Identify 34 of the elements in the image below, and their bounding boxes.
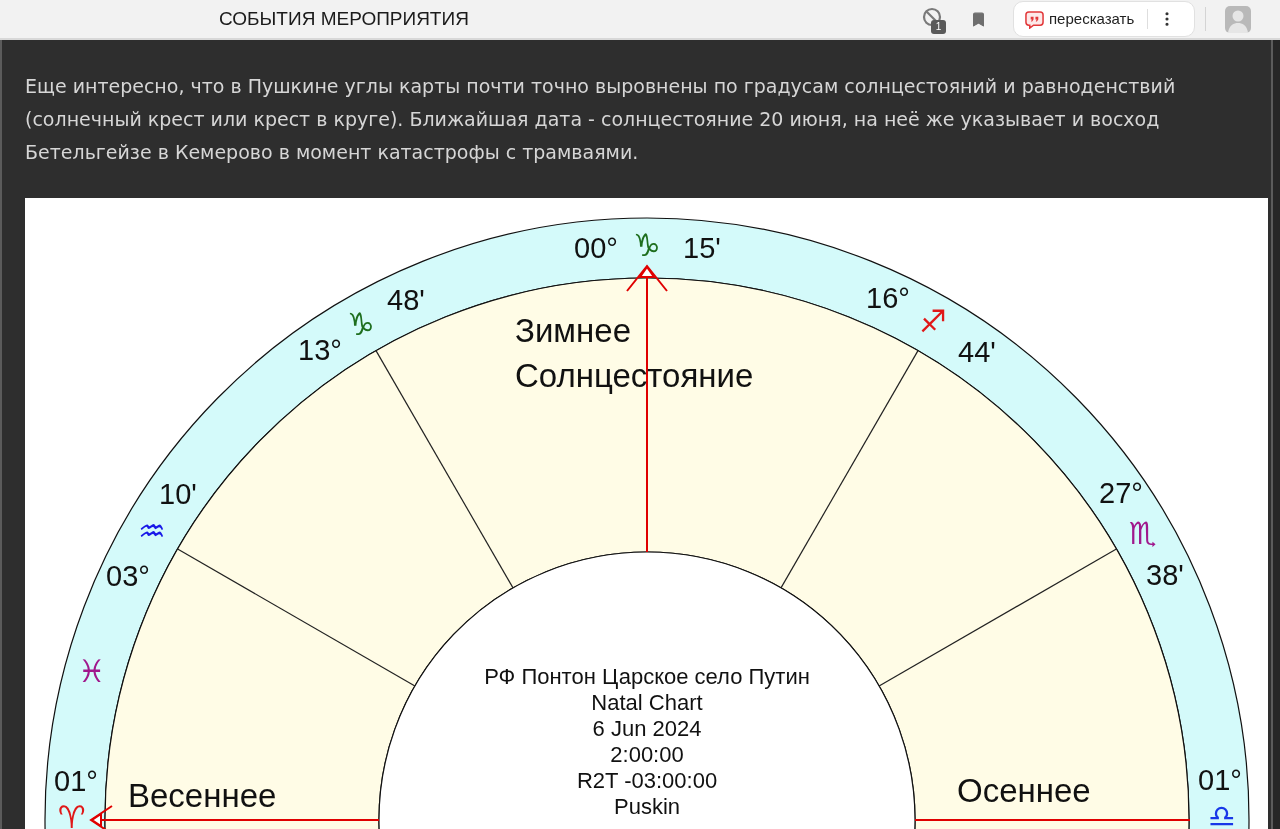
zodiac-sign-icon: ♑ xyxy=(347,306,375,342)
chart-info-line: РФ Понтон Царское село Путин xyxy=(484,663,810,689)
chart-info-line: 2:00:00 xyxy=(610,741,684,767)
article-paragraph: Еще интересно, что в Пушкине углы карты почти точно выровнены по градусам солнцестояний и равноденствий (солнечный крест или крест в круге). Ближайшая дата - солнцестояние 20 июня, на неё же указывает и восход Бетельгейзе в Кемерово в момент катастрофы с трамваями. xyxy=(25,74,1177,165)
cusp-degree-label: 13° xyxy=(298,334,342,366)
bookmark-icon[interactable] xyxy=(970,9,987,29)
chart-info-line: Puskin xyxy=(614,794,680,819)
cusp-minutes-label: 44' xyxy=(958,336,996,368)
cusp-degree-label: 03° xyxy=(106,560,150,592)
cusp-minutes-label: 38' xyxy=(1146,559,1184,591)
season-label: Весеннее xyxy=(128,777,277,814)
chart-info-line: R2T -03:00:00 xyxy=(576,767,718,793)
cusp-degree-label: 00° xyxy=(574,232,618,264)
chart-info-line: 6 Jun 2024 xyxy=(592,715,702,741)
cusp-degree-label: 01° xyxy=(1198,764,1242,796)
cusp-degree-label: 27° xyxy=(1099,477,1143,509)
zodiac-sign-icon: ♎ xyxy=(1208,798,1236,829)
retell-button[interactable]: пересказать xyxy=(1025,7,1135,31)
cusp-minutes-label: 10' xyxy=(159,478,197,510)
zodiac-sign-icon: ♐ xyxy=(919,303,947,339)
page-title: СОБЫТИЯ МЕРОПРИЯТИЯ xyxy=(219,6,469,31)
cusp-degree-label: 16° xyxy=(866,282,910,314)
chart-info-line: Natal Chart xyxy=(591,689,703,715)
zodiac-sign-icon: ♈ xyxy=(58,799,86,829)
zodiac-sign-icon: ♓ xyxy=(78,653,106,689)
cusp-minutes-label: 15' xyxy=(683,232,721,264)
zodiac-sign-icon: ♒ xyxy=(138,513,166,549)
cusp-degree-label: 01° xyxy=(54,765,98,797)
zodiac-sign-icon: ♏ xyxy=(1129,515,1157,551)
quote-bubble-icon xyxy=(1025,9,1044,29)
season-label: Осеннее xyxy=(957,772,1091,809)
counter-badge: 1 xyxy=(931,20,946,34)
cusp-minutes-label: 48' xyxy=(387,284,425,316)
zodiac-sign-icon: ♑ xyxy=(633,227,661,263)
